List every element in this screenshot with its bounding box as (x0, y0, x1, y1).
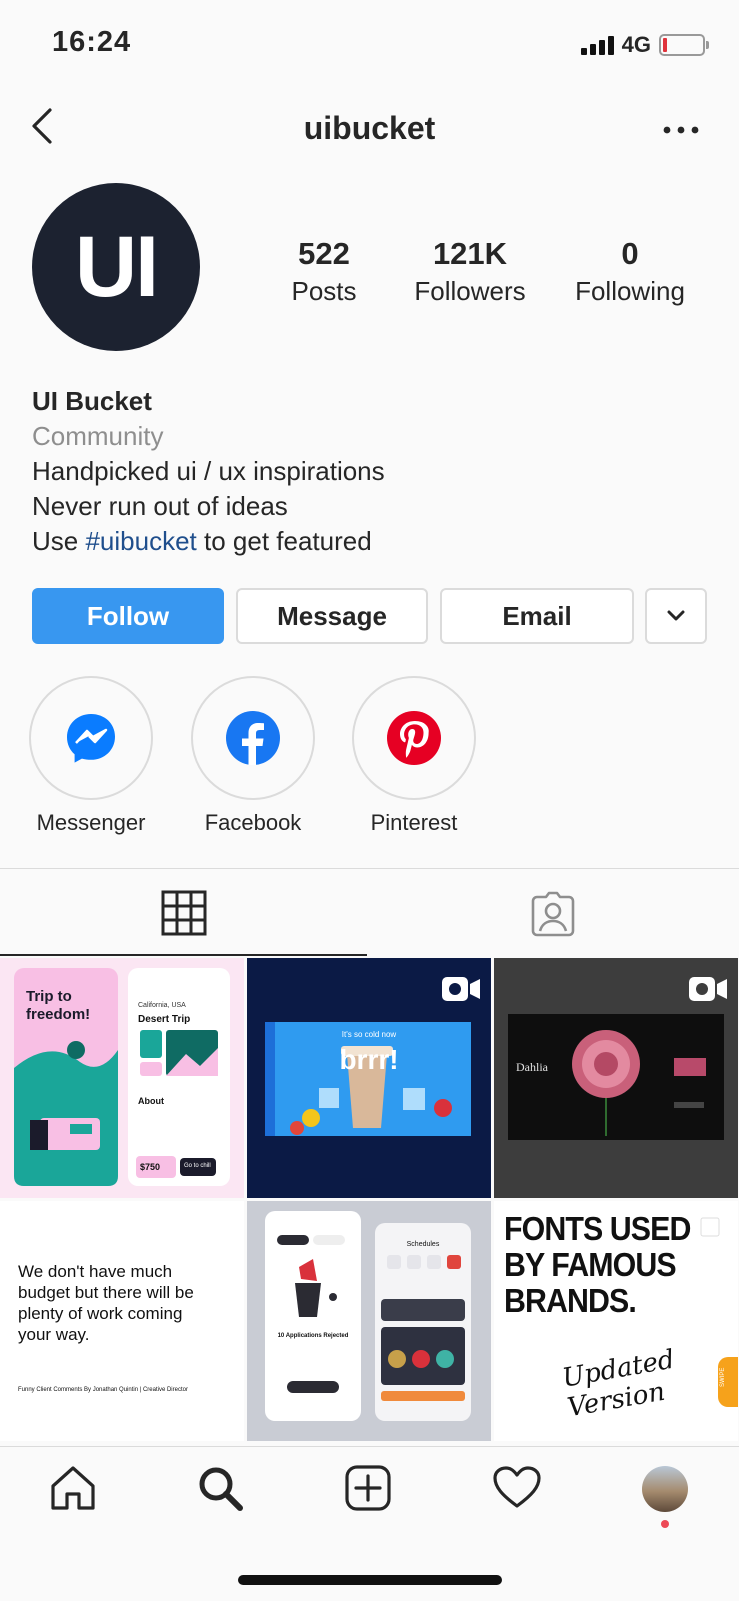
post-thumbnail-applications[interactable]: 10 Applications Rejected Schedules (247, 1201, 491, 1441)
profile-tabs (0, 868, 739, 959)
following-label: Following (575, 276, 685, 306)
multiple-posts-icon (700, 1213, 724, 1237)
post-5-artwork (265, 1211, 471, 1421)
swipe-label: SWIPE (720, 1367, 726, 1387)
posts-label: Posts (291, 276, 357, 306)
more-actions-button[interactable] (645, 588, 707, 644)
stat-posts[interactable]: 522 Posts (266, 236, 382, 307)
chevron-down-icon (667, 610, 685, 621)
network-label: 4G (621, 32, 651, 57)
post-1-price: $750 (140, 1162, 161, 1172)
post-thumbnail-brrr[interactable]: It's so cold now brrr! (247, 958, 491, 1198)
status-time: 16:24 (52, 26, 132, 58)
post-thumbnail-dahlia[interactable]: Dahlia (494, 958, 738, 1198)
post-5-right-title: Schedules (406, 1241, 440, 1248)
bio-line: Use #uibucket to get featured (32, 524, 385, 559)
battery-icon (659, 34, 709, 56)
profile-avatar[interactable]: UI (32, 183, 200, 351)
highlight-pinterest[interactable]: Pinterest (351, 676, 477, 836)
posts-count: 522 (298, 236, 350, 271)
facebook-icon (226, 711, 280, 765)
highlight-facebook[interactable]: Facebook (190, 676, 316, 836)
post-3-title: Dahlia (516, 1060, 548, 1074)
post-4-credit: Funny Client Comments By Jonathan Quinti… (18, 1387, 188, 1393)
post-2-subtitle: It's so cold now (341, 1030, 397, 1039)
home-indicator[interactable] (238, 1575, 502, 1585)
pinterest-icon (387, 711, 441, 765)
bio-text: Use (32, 526, 86, 556)
profile-username: uibucket (303, 110, 436, 146)
profile-category: Community (32, 421, 164, 451)
bio-text: to get featured (196, 526, 372, 556)
post-5-left-title: 10 Applications Rejected (277, 1333, 349, 1339)
post-1-cta: Go to chill (184, 1163, 211, 1169)
igtv-icon (442, 977, 480, 1001)
igtv-icon (689, 977, 727, 1001)
post-1-location: California, USA (138, 1002, 186, 1009)
post-thumbnail-quote[interactable]: We don't have much budget but there will… (0, 1201, 244, 1441)
bio-line: Handpicked ui / ux inspirations (32, 456, 385, 486)
messenger-icon (67, 714, 115, 763)
post-thumbnail-fonts[interactable]: FONTS USED BY FAMOUS BRANDS. Updated Ver… (494, 1201, 738, 1441)
stat-followers[interactable]: 121K Followers (400, 236, 540, 307)
post-6-script: Updated Version (560, 1344, 677, 1424)
profile-name: UI Bucket (32, 386, 152, 416)
active-tab-indicator (0, 954, 367, 956)
grid-icon[interactable] (161, 890, 207, 936)
profile-nav-avatar[interactable] (642, 1466, 688, 1512)
swipe-badge: SWIPE (718, 1357, 738, 1407)
email-button[interactable]: Email (440, 588, 634, 644)
post-4-quote: We don't have much budget but there will… (18, 1262, 194, 1344)
new-post-icon[interactable] (344, 1464, 392, 1512)
search-icon[interactable] (196, 1464, 244, 1512)
home-icon[interactable] (49, 1464, 97, 1512)
signal-icon (580, 35, 614, 55)
message-button[interactable]: Message (236, 588, 428, 644)
profile-bio: UI Bucket Community Handpicked ui / ux i… (32, 384, 385, 559)
post-thumbnail-trip[interactable]: Trip to freedom! California, USA Desert … (0, 958, 244, 1198)
post-2-headline: brrr! (339, 1044, 399, 1075)
post-1-card-title: Desert Trip (138, 1014, 191, 1025)
more-options-icon[interactable] (661, 118, 701, 142)
post-6-headline: FONTS USED BY FAMOUS BRANDS. (504, 1210, 691, 1319)
hashtag-link[interactable]: #uibucket (85, 526, 196, 556)
followers-label: Followers (414, 276, 526, 306)
follow-button[interactable]: Follow (32, 588, 224, 644)
status-indicators: 4G (580, 32, 709, 58)
activity-heart-icon[interactable] (492, 1464, 542, 1512)
tagged-icon[interactable] (529, 891, 577, 937)
stat-following[interactable]: 0 Following (560, 236, 700, 307)
following-count: 0 (621, 236, 639, 271)
highlight-label: Pinterest (370, 810, 458, 835)
bio-line: Never run out of ideas (32, 491, 288, 521)
highlight-messenger[interactable]: Messenger (28, 676, 154, 836)
avatar-text: UI (75, 218, 159, 315)
notification-dot (661, 1520, 669, 1528)
post-1-about: About (138, 1096, 164, 1106)
highlight-label: Messenger (36, 810, 146, 835)
followers-count: 121K (432, 236, 508, 271)
highlight-label: Facebook (204, 810, 302, 835)
post-1-title: Trip to freedom! (26, 988, 91, 1023)
